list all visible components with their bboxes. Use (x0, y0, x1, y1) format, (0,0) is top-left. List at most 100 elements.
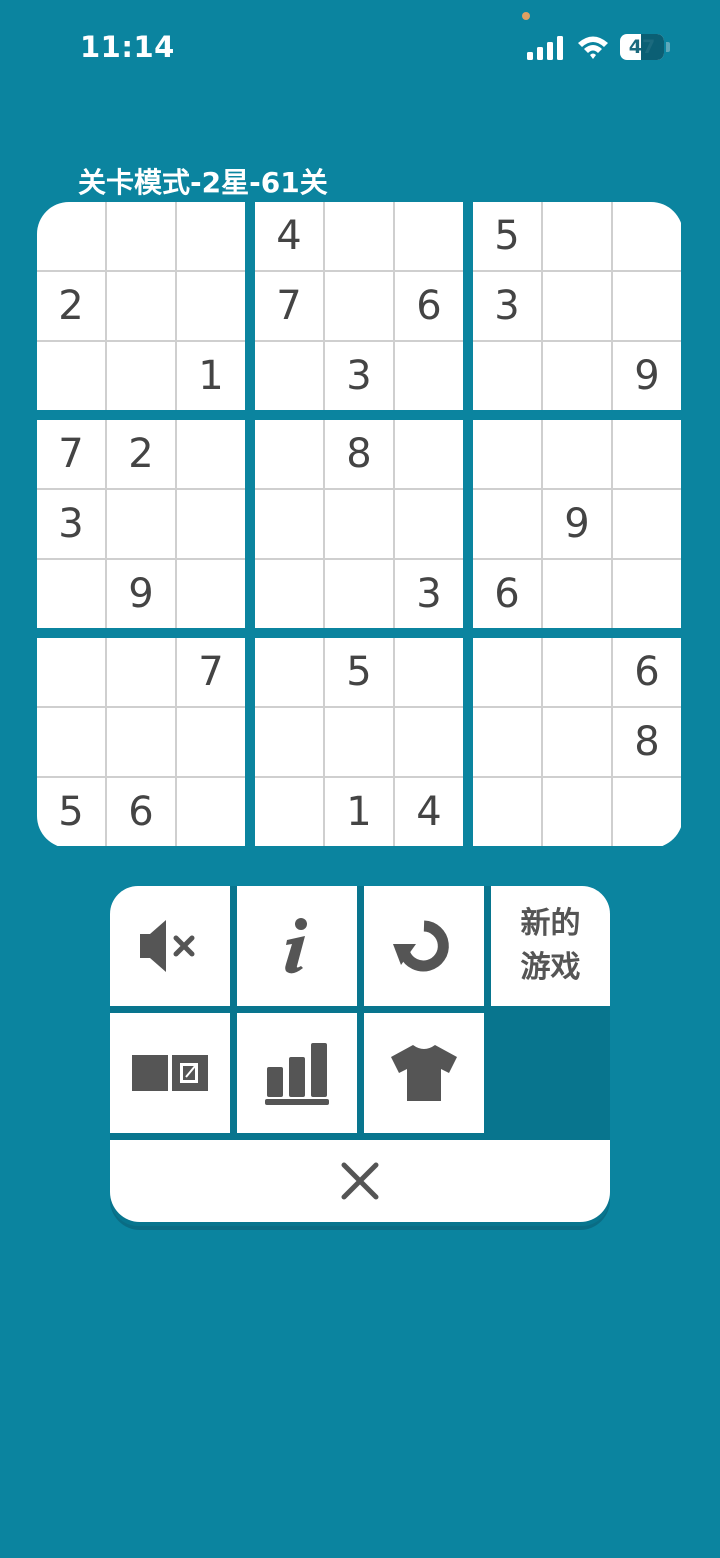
sudoku-cell[interactable]: 3 (325, 342, 393, 410)
sudoku-cell[interactable] (37, 638, 105, 706)
grid-line (393, 638, 395, 846)
sudoku-cell[interactable] (473, 490, 541, 558)
sudoku-cell[interactable] (107, 638, 175, 706)
sudoku-cell[interactable] (37, 560, 105, 628)
notes-icon (132, 1055, 208, 1091)
sudoku-cell[interactable] (177, 420, 245, 488)
sudoku-cell[interactable] (255, 490, 323, 558)
sudoku-cell[interactable]: 6 (395, 272, 463, 340)
sudoku-cell[interactable] (37, 202, 105, 270)
sudoku-cell[interactable]: 6 (107, 778, 175, 846)
grid-line (255, 776, 463, 778)
sudoku-cell[interactable] (395, 420, 463, 488)
sudoku-cell[interactable]: 1 (177, 342, 245, 410)
sudoku-cell[interactable] (613, 490, 681, 558)
grid-line (473, 270, 681, 272)
sudoku-cell[interactable]: 6 (473, 560, 541, 628)
grid-line (473, 558, 681, 560)
sudoku-cell[interactable] (255, 778, 323, 846)
sudoku-cell[interactable] (177, 202, 245, 270)
grid-line (37, 776, 245, 778)
sudoku-cell[interactable] (37, 708, 105, 776)
sudoku-cell[interactable]: 9 (543, 490, 611, 558)
sudoku-cell[interactable]: 4 (395, 778, 463, 846)
sudoku-cell[interactable]: 1 (325, 778, 393, 846)
sudoku-cell[interactable] (395, 202, 463, 270)
grid-line (255, 488, 463, 490)
sudoku-cell[interactable] (395, 342, 463, 410)
sudoku-cell[interactable] (255, 342, 323, 410)
sudoku-cell[interactable] (613, 778, 681, 846)
sudoku-cell[interactable] (473, 778, 541, 846)
sudoku-cell[interactable] (107, 272, 175, 340)
sudoku-cell[interactable]: 9 (613, 342, 681, 410)
sudoku-cell[interactable] (325, 272, 393, 340)
sudoku-cell[interactable] (543, 202, 611, 270)
sudoku-cell[interactable]: 3 (395, 560, 463, 628)
sudoku-cell[interactable] (613, 420, 681, 488)
sudoku-cell[interactable] (37, 342, 105, 410)
sudoku-cell[interactable] (543, 272, 611, 340)
theme-button[interactable] (364, 1013, 484, 1133)
sudoku-cell[interactable]: 9 (107, 560, 175, 628)
sudoku-cell[interactable] (395, 490, 463, 558)
grid-line (175, 420, 177, 628)
sudoku-cell[interactable] (473, 342, 541, 410)
sudoku-cell[interactable] (107, 202, 175, 270)
sudoku-cell[interactable] (613, 272, 681, 340)
sudoku-cell[interactable] (177, 272, 245, 340)
battery-body: 47 (620, 34, 664, 60)
sudoku-cell[interactable] (543, 342, 611, 410)
sudoku-cell[interactable] (613, 202, 681, 270)
sudoku-cell[interactable] (255, 560, 323, 628)
sudoku-cell[interactable] (473, 708, 541, 776)
sudoku-cell[interactable]: 8 (325, 420, 393, 488)
sudoku-cell[interactable]: 3 (37, 490, 105, 558)
info-button[interactable] (237, 886, 357, 1006)
sudoku-cell[interactable] (395, 638, 463, 706)
new-game-button[interactable]: 新的游戏 (491, 886, 610, 1006)
sudoku-cell[interactable]: 7 (37, 420, 105, 488)
sudoku-cell[interactable]: 2 (107, 420, 175, 488)
notes-button[interactable] (110, 1013, 230, 1133)
sudoku-cell[interactable] (543, 560, 611, 628)
sudoku-cell[interactable] (325, 490, 393, 558)
sudoku-cell[interactable]: 6 (613, 638, 681, 706)
sudoku-cell[interactable] (543, 778, 611, 846)
sudoku-cell[interactable] (543, 638, 611, 706)
sudoku-cell[interactable]: 4 (255, 202, 323, 270)
sudoku-cell[interactable] (107, 490, 175, 558)
sudoku-cell[interactable]: 5 (473, 202, 541, 270)
sudoku-cell[interactable] (107, 342, 175, 410)
sudoku-cell[interactable]: 5 (37, 778, 105, 846)
game-menu: 新的游戏 (110, 886, 610, 1230)
sudoku-cell[interactable] (177, 708, 245, 776)
sudoku-cell[interactable]: 3 (473, 272, 541, 340)
sudoku-cell[interactable]: 2 (37, 272, 105, 340)
sudoku-cell[interactable] (325, 708, 393, 776)
sudoku-cell[interactable] (613, 560, 681, 628)
sudoku-cell[interactable] (543, 708, 611, 776)
sudoku-cell[interactable] (473, 420, 541, 488)
sudoku-cell[interactable] (395, 708, 463, 776)
sudoku-cell[interactable]: 7 (255, 272, 323, 340)
sudoku-cell[interactable] (177, 560, 245, 628)
sudoku-cell[interactable] (177, 778, 245, 846)
sudoku-cell[interactable] (543, 420, 611, 488)
sudoku-cell[interactable] (325, 202, 393, 270)
sudoku-cell[interactable]: 8 (613, 708, 681, 776)
restart-button[interactable] (364, 886, 484, 1006)
sudoku-cell[interactable] (255, 420, 323, 488)
sudoku-cell[interactable] (255, 638, 323, 706)
sudoku-cell[interactable]: 5 (325, 638, 393, 706)
sudoku-cell[interactable] (325, 560, 393, 628)
close-menu-button[interactable] (110, 1140, 610, 1222)
mute-button[interactable] (110, 886, 230, 1006)
sudoku-cell[interactable] (107, 708, 175, 776)
sudoku-cell[interactable] (255, 708, 323, 776)
restart-icon (393, 920, 449, 972)
sudoku-cell[interactable] (473, 638, 541, 706)
sudoku-cell[interactable] (177, 490, 245, 558)
statistics-button[interactable] (237, 1013, 357, 1133)
sudoku-cell[interactable]: 7 (177, 638, 245, 706)
